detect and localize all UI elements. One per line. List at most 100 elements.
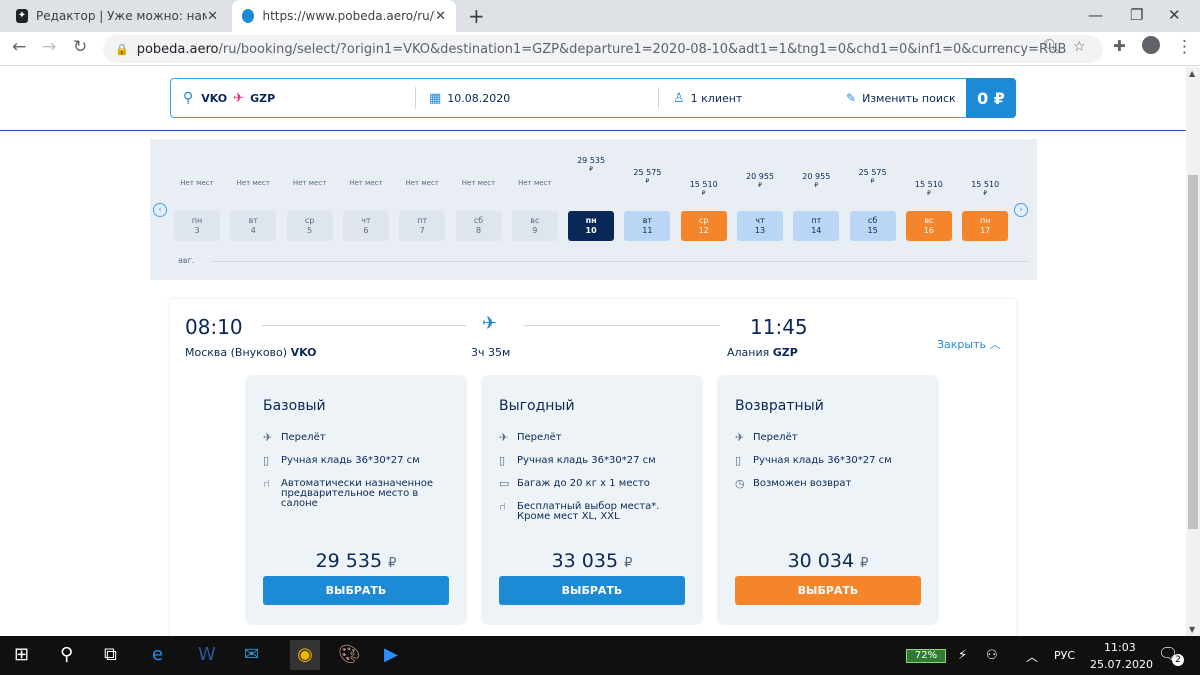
bookmark-star-icon[interactable]: ☆	[1073, 39, 1086, 55]
menu-kebab-icon[interactable]: ⋮	[1176, 37, 1193, 57]
minimize-icon[interactable]: —	[1088, 6, 1103, 24]
maximize-icon[interactable]: ❐	[1130, 6, 1143, 24]
task-view-icon[interactable]: ⧉	[104, 644, 117, 665]
address-bar[interactable]: 🔒 pobeda.aero/ru/booking/select/?origin1…	[103, 35, 1103, 63]
plane-icon: ✈	[735, 431, 745, 444]
passengers-field[interactable]: ♙ 1 клиент	[673, 79, 742, 117]
tab-close-icon[interactable]: ✕	[207, 9, 218, 24]
browser-tab-pobeda[interactable]: https://www.pobeda.aero/ru/boo ✕	[232, 0, 456, 32]
clock-date[interactable]: 25.07.2020	[1090, 658, 1153, 671]
day-of-week: ср	[698, 216, 709, 225]
tab-close-icon[interactable]: ✕	[435, 9, 446, 24]
change-search-button[interactable]: ✎ Изменить поиск	[846, 79, 956, 117]
feature-text: Бесплатный выбор места*. Кроме мест XL, …	[517, 501, 660, 522]
window-close-icon[interactable]: ✕	[1168, 6, 1181, 24]
calendar-day-7[interactable]: Нет мест пт 7	[399, 139, 446, 249]
no-seats-label: Нет мест	[405, 179, 439, 187]
select-tariff-button[interactable]: ВЫБРАТЬ	[263, 576, 449, 605]
day-box[interactable]: пн 3	[174, 211, 220, 241]
windows-start-icon[interactable]: ⊞	[14, 644, 29, 665]
power-icon[interactable]: ⚡	[958, 648, 967, 663]
day-box[interactable]: пт 14	[793, 211, 840, 241]
departure-city: Москва (Внуково)	[185, 346, 288, 359]
day-box[interactable]: сб 15	[849, 211, 896, 241]
people-icon[interactable]: ⚇	[986, 648, 998, 663]
tariff-feature: ✈ Перелёт	[263, 432, 453, 443]
windows-taskbar: ⊞ ⚲ ⧉ e W ✉ ◉ 🎨︎ ▶ 72% ⚡ ⚇ ︿ РУС 11:03 2…	[0, 636, 1200, 675]
paint-icon[interactable]: 🎨︎	[338, 644, 361, 665]
page-scrollbar[interactable]: ▲ ▼	[1186, 67, 1200, 636]
scrollbar-thumb[interactable]	[1188, 175, 1198, 529]
scroll-down-icon[interactable]: ▼	[1189, 625, 1195, 634]
day-price: 20 955	[802, 172, 831, 181]
calendar-day-14[interactable]: 20 955 ₽ пт 14	[793, 139, 840, 249]
calendar-day-13[interactable]: 20 955 ₽ чт 13	[737, 139, 783, 249]
word-icon[interactable]: W	[198, 644, 216, 665]
battery-indicator[interactable]: 72%	[906, 649, 946, 663]
calendar-prev-icon[interactable]: ‹	[153, 203, 167, 217]
day-box[interactable]: ср 5	[286, 211, 333, 241]
day-price: 15 510	[971, 180, 1000, 189]
tariff-feature: ▯ Ручная кладь 36*30*27 см	[499, 455, 689, 466]
chrome-icon[interactable]: ◉	[290, 640, 320, 670]
notification-count: 2	[1172, 654, 1184, 666]
day-box[interactable]: вт 11	[624, 211, 671, 241]
calendar-day-10[interactable]: 29 535 ₽ пн 10	[568, 139, 615, 249]
extensions-icon[interactable]: ✚	[1113, 37, 1126, 55]
tab-title: Редактор | Уже можно: нам раз	[35, 9, 208, 23]
edge-icon[interactable]: e	[152, 644, 163, 665]
calendar-day-12[interactable]: 15 510 ₽ ср 12	[680, 139, 727, 249]
email-icon[interactable]: ✉	[244, 644, 259, 665]
clock-time[interactable]: 11:03	[1104, 641, 1136, 654]
profile-avatar-icon[interactable]	[1142, 36, 1160, 59]
calendar-day-8[interactable]: Нет мест сб 8	[455, 139, 502, 249]
route-field[interactable]: ⚲ VKO ✈ GZP	[183, 79, 275, 117]
zoom-icon[interactable]: 🔍︎	[1043, 39, 1061, 55]
calendar-day-6[interactable]: Нет мест чт 6	[342, 139, 389, 249]
browser-tab-bar: ✦ Редактор | Уже можно: нам раз ✕ https:…	[0, 0, 1200, 32]
calendar-day-17[interactable]: 15 510 ₽ пн 17	[962, 139, 1009, 249]
select-tariff-button[interactable]: ВЫБРАТЬ	[499, 576, 685, 605]
calendar-day-3[interactable]: Нет мест пн 3	[174, 139, 220, 249]
day-number: 10	[585, 226, 597, 235]
calendar-day-11[interactable]: 25 575 ₽ вт 11	[624, 139, 671, 249]
search-icon[interactable]: ⚲	[60, 644, 73, 665]
calendar-icon: ▦	[429, 90, 442, 106]
select-tariff-button[interactable]: ВЫБРАТЬ	[735, 576, 921, 605]
date-field[interactable]: ▦ 10.08.2020	[429, 79, 510, 117]
calendar-day-5[interactable]: Нет мест ср 5	[286, 139, 333, 249]
day-box[interactable]: пн 10	[568, 211, 615, 241]
month-divider	[210, 261, 1030, 262]
day-box[interactable]: ср 12	[680, 211, 727, 241]
zoom-icon[interactable]: ▶	[384, 644, 398, 665]
no-seats-label: Нет мест	[292, 179, 327, 187]
day-box[interactable]: сб 8	[455, 211, 502, 241]
day-of-week: чт	[755, 216, 765, 225]
day-box[interactable]: вт 4	[230, 211, 277, 241]
day-box[interactable]: вс 9	[511, 211, 558, 241]
scroll-up-icon[interactable]: ▲	[1189, 69, 1195, 78]
day-box[interactable]: вс 16	[905, 211, 952, 241]
day-box[interactable]: чт 13	[737, 211, 783, 241]
close-details-button[interactable]: Закрыть ︿	[937, 336, 1001, 352]
day-box[interactable]: пт 7	[399, 211, 446, 241]
day-box[interactable]: чт 6	[342, 211, 389, 241]
date-calendar-strip: ‹ › Нет мест пн 3 Нет мест вт 4 Нет мест ср 5 Нет…	[150, 139, 1037, 280]
calendar-day-15[interactable]: 25 575 ₽ сб 15	[849, 139, 896, 249]
back-icon[interactable]: ←	[12, 37, 26, 57]
language-indicator[interactable]: РУС	[1054, 649, 1075, 662]
departure-time: 08:10	[185, 315, 243, 339]
forward-icon[interactable]: →	[42, 37, 56, 57]
day-box[interactable]: пн 17	[962, 211, 1009, 241]
day-price: 15 510	[914, 180, 943, 189]
new-tab-icon[interactable]: +	[468, 4, 485, 28]
tariff-feature: ▭ Багаж до 20 кг х 1 место	[499, 478, 689, 489]
plane-icon: ✈	[482, 313, 498, 334]
calendar-day-16[interactable]: 15 510 ₽ вс 16	[905, 139, 952, 249]
calendar-day-4[interactable]: Нет мест вт 4	[230, 139, 277, 249]
calendar-next-icon[interactable]: ›	[1014, 203, 1028, 217]
tray-chevron-up-icon[interactable]: ︿	[1026, 648, 1038, 665]
browser-tab-editor[interactable]: ✦ Редактор | Уже можно: нам раз ✕	[6, 0, 228, 32]
reload-icon[interactable]: ↻	[73, 37, 87, 57]
calendar-day-9[interactable]: Нет мест вс 9	[511, 139, 558, 249]
